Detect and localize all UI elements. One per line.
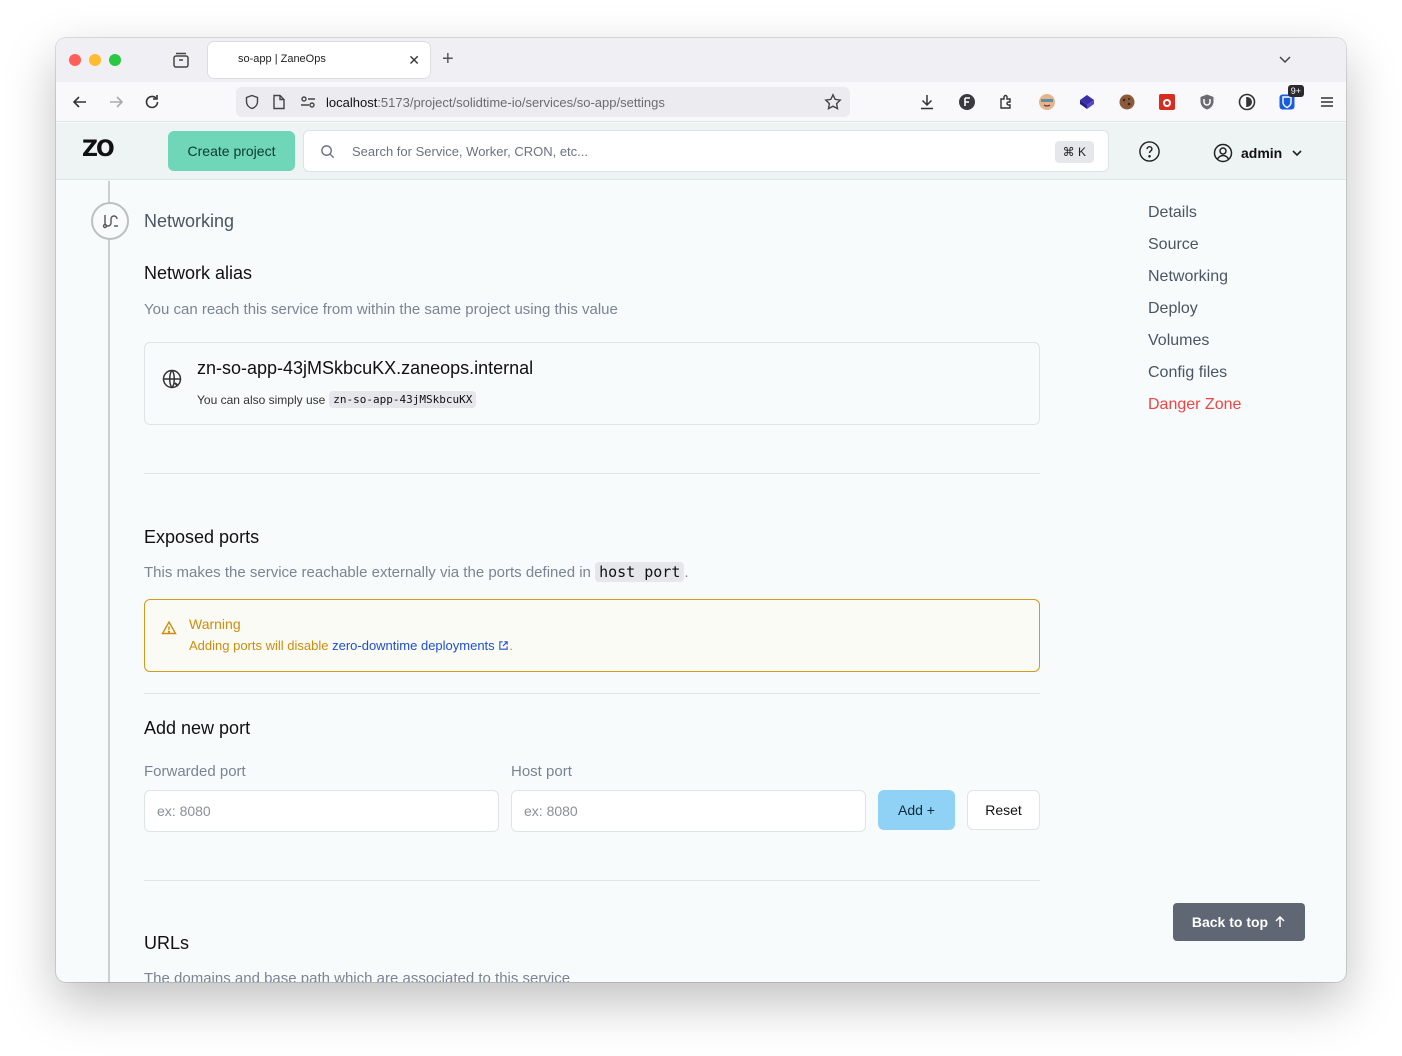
app-menu-icon[interactable] [1316, 91, 1338, 113]
search-icon [321, 145, 335, 159]
extension-privacy-icon[interactable] [1236, 91, 1258, 113]
warning-triangle-icon [161, 620, 177, 635]
external-link-icon [499, 641, 509, 650]
side-nav-networking[interactable]: Networking [1148, 268, 1241, 300]
back-to-top-label: Back to top [1191, 914, 1269, 930]
extension-cookie-icon[interactable] [1116, 91, 1138, 113]
create-project-button[interactable]: Create project [168, 131, 295, 171]
address-bar[interactable]: localhost:5173/project/solidtime-io/serv… [236, 87, 850, 117]
url-text: localhost:5173/project/solidtime-io/serv… [326, 95, 665, 110]
close-window-button[interactable] [69, 54, 81, 66]
alias-short-code: zn-so-app-43jMSkbcuKX [329, 391, 477, 408]
ublock-shield-icon[interactable] [1196, 91, 1218, 113]
warning-prefix: Adding ports will disable [189, 638, 329, 653]
zaneops-logo[interactable]: ZO [82, 137, 115, 162]
tab-close-icon[interactable]: ✕ [408, 51, 420, 69]
page-icon[interactable] [272, 94, 286, 110]
globe-icon [162, 369, 182, 389]
network-alias-heading: Network alias [144, 263, 253, 283]
extension-cube-icon[interactable] [1076, 91, 1098, 113]
host-port-input[interactable] [511, 790, 866, 832]
side-nav-danger-zone[interactable]: Danger Zone [1148, 396, 1241, 428]
extension-badge: 9+ [1287, 85, 1304, 97]
reload-icon[interactable] [143, 93, 161, 111]
warning-title: Warning [189, 616, 241, 632]
shield-icon[interactable] [244, 94, 260, 110]
settings-content: Networking Network alias You can reach t… [56, 181, 1346, 982]
download-icon[interactable] [916, 91, 938, 113]
user-avatar-icon [1213, 143, 1233, 163]
divider [144, 880, 1040, 881]
side-nav-deploy[interactable]: Deploy [1148, 300, 1241, 332]
exposed-ports-heading: Exposed ports [144, 527, 260, 547]
warning-text: Adding ports will disable zero-downtime … [189, 638, 513, 653]
forwarded-port-label: Forwarded port [144, 763, 246, 780]
urls-heading: URLs [144, 933, 190, 953]
extension-red-icon[interactable] [1156, 91, 1178, 113]
chevron-down-icon [1292, 150, 1302, 157]
extensions-puzzle-icon[interactable] [996, 91, 1018, 113]
warning-alert: Warning Adding ports will disable zero-d… [144, 599, 1040, 672]
divider [144, 693, 1040, 694]
bitwarden-icon[interactable]: 9+ [1276, 85, 1304, 113]
tab-strip: so-app | ZaneOps ✕ + [56, 38, 1346, 82]
networking-section-title: Networking [144, 211, 235, 231]
side-nav-details[interactable]: Details [1148, 204, 1241, 236]
search-placeholder: Search for Service, Worker, CRON, etc... [352, 144, 588, 159]
site-permissions-icon[interactable] [300, 95, 316, 109]
search-input[interactable]: Search for Service, Worker, CRON, etc...… [303, 130, 1109, 172]
exposed-ports-description: This makes the service reachable externa… [144, 562, 689, 582]
urls-description: The domains and base path which are asso… [144, 970, 571, 982]
host-port-label: Host port [511, 763, 572, 780]
browser-navbar: localhost:5173/project/solidtime-io/serv… [56, 82, 1346, 122]
alias-hint-text: You can also simply use [197, 392, 326, 407]
settings-side-nav: Details Source Networking Deploy Volumes… [1148, 204, 1241, 428]
side-nav-source[interactable]: Source [1148, 236, 1241, 268]
profile-f-icon[interactable] [956, 91, 978, 113]
minimize-window-button[interactable] [89, 54, 101, 66]
extension-face-icon[interactable] [1036, 91, 1058, 113]
forwarded-port-input[interactable] [144, 790, 499, 832]
divider [144, 473, 1040, 474]
browser-window: so-app | ZaneOps ✕ + localhost:5173/proj… [56, 38, 1346, 982]
maximize-window-button[interactable] [109, 54, 121, 66]
list-tabs-chevron-icon[interactable] [1278, 52, 1292, 66]
tab-overview-icon[interactable] [172, 51, 190, 69]
user-menu[interactable]: admin [1213, 143, 1304, 163]
forward-arrow-icon[interactable] [107, 93, 125, 111]
user-name: admin [1241, 145, 1283, 161]
back-arrow-icon[interactable] [71, 93, 89, 111]
add-port-button[interactable]: Add + [878, 790, 955, 830]
timeline-line [108, 181, 110, 982]
ports-description-text: This makes the service reachable externa… [144, 564, 591, 581]
help-icon[interactable] [1138, 140, 1161, 163]
arrow-up-icon [1275, 916, 1285, 927]
side-nav-config-files[interactable]: Config files [1148, 364, 1241, 396]
warning-suffix: . [509, 638, 513, 653]
add-new-port-heading: Add new port [144, 718, 251, 738]
network-alias-value: zn-so-app-43jMSkbcuKX.zaneops.internal [197, 358, 534, 378]
tab-title: so-app | ZaneOps [238, 53, 326, 65]
app-header: ZO Create project Search for Service, Wo… [56, 123, 1346, 180]
network-alias-card: zn-so-app-43jMSkbcuKX.zaneops.internal Y… [144, 342, 1040, 425]
host-port-code: host port [595, 562, 685, 582]
network-alias-description: You can reach this service from within t… [144, 301, 618, 318]
side-nav-volumes[interactable]: Volumes [1148, 332, 1241, 364]
reset-button[interactable]: Reset [967, 790, 1040, 830]
network-alias-hint: You can also simply use zn-so-app-43jMSk… [197, 391, 477, 408]
new-tab-button[interactable]: + [442, 48, 454, 70]
bookmark-star-icon[interactable] [824, 93, 842, 111]
ports-period: . [684, 564, 689, 581]
extensions-toolbar: 9+ [916, 85, 1338, 113]
active-tab[interactable]: so-app | ZaneOps ✕ [208, 42, 430, 78]
search-shortcut-badge: ⌘ K [1054, 141, 1094, 163]
back-to-top-button[interactable]: Back to top [1173, 903, 1305, 941]
networking-section-icon [91, 202, 129, 240]
zero-downtime-link[interactable]: zero-downtime deployments [332, 638, 509, 653]
